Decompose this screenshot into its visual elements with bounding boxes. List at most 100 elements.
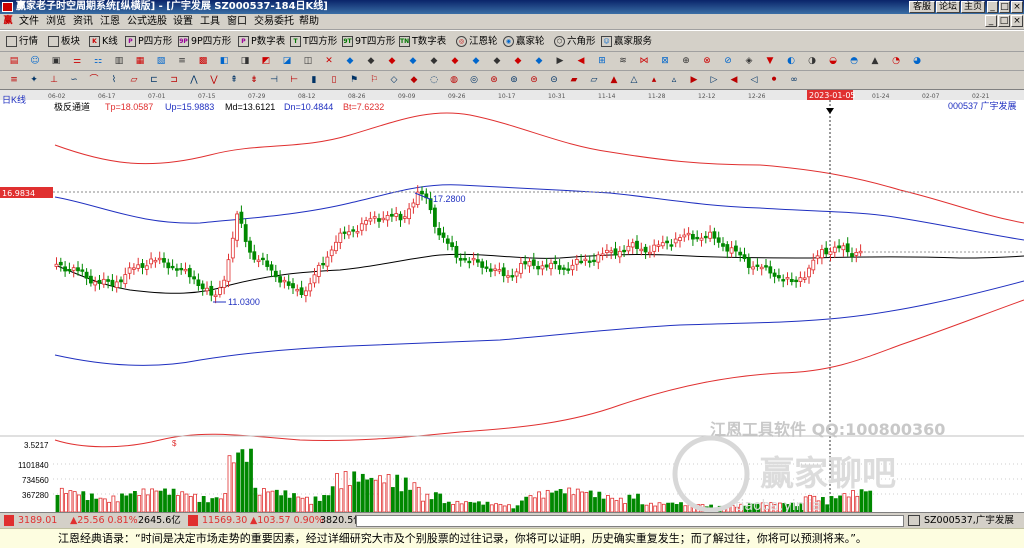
menu-help[interactable]: 帮助 bbox=[299, 15, 319, 29]
analysis-tool-icon[interactable]: ▲ bbox=[608, 74, 620, 86]
drawing-tool-icon[interactable]: ⊕ bbox=[680, 55, 692, 67]
analysis-tool-icon[interactable]: △ bbox=[628, 74, 640, 86]
maximize-button[interactable]: □ bbox=[999, 1, 1010, 13]
drawing-tool-icon[interactable]: ⋈ bbox=[638, 55, 650, 67]
drawing-tool-icon[interactable]: ⚌ bbox=[71, 55, 83, 67]
drawing-tool-icon[interactable]: ◫ bbox=[302, 55, 314, 67]
analysis-tool-icon[interactable]: ◌ bbox=[428, 74, 440, 86]
drawing-tool-icon[interactable]: ⊘ bbox=[722, 55, 734, 67]
analysis-tool-icon[interactable]: ⚫ bbox=[768, 74, 780, 86]
drawing-tool-icon[interactable]: ☺ bbox=[29, 55, 41, 67]
analysis-tool-icon[interactable]: ⌒ bbox=[88, 74, 100, 86]
toolbar-9psquare-button[interactable]: 9P 9P四方形 bbox=[178, 34, 231, 49]
analysis-tool-icon[interactable]: ⊛ bbox=[488, 74, 500, 86]
analysis-tool-icon[interactable]: ⚑ bbox=[348, 74, 360, 86]
toolbar-ttable-button[interactable]: TN T数字表 bbox=[399, 34, 446, 49]
menu-tools[interactable]: 工具 bbox=[200, 15, 220, 29]
analysis-tool-icon[interactable]: ⌇ bbox=[108, 74, 120, 86]
drawing-tool-icon[interactable]: ◐ bbox=[785, 55, 797, 67]
menu-browse[interactable]: 浏览 bbox=[46, 15, 66, 29]
analysis-tool-icon[interactable]: ⊜ bbox=[528, 74, 540, 86]
app-menu-icon[interactable]: 赢 bbox=[2, 15, 14, 27]
mdi-close-button[interactable]: × bbox=[1011, 15, 1023, 27]
chart-area[interactable]: 06-02 06-17 07-01 07-15 07-29 08-12 08-26 09-09… bbox=[0, 90, 1024, 514]
menu-formula[interactable]: 公式选股 bbox=[127, 15, 167, 29]
analysis-tool-icon[interactable]: ⊢ bbox=[288, 74, 300, 86]
drawing-tool-icon[interactable]: ▼ bbox=[764, 55, 776, 67]
analysis-tool-icon[interactable]: ⋀ bbox=[188, 74, 200, 86]
toolbar-hexagon-button[interactable]: ⬡ 六角形 bbox=[554, 34, 596, 49]
drawing-tool-icon[interactable]: ✕ bbox=[323, 55, 335, 67]
analysis-tool-icon[interactable]: ▯ bbox=[328, 74, 340, 86]
drawing-tool-icon[interactable]: ◔ bbox=[890, 55, 902, 67]
drawing-tool-icon[interactable]: ◆ bbox=[428, 55, 440, 67]
drawing-tool-icon[interactable]: ▥ bbox=[113, 55, 125, 67]
drawing-tool-icon[interactable]: ◆ bbox=[386, 55, 398, 67]
drawing-tool-icon[interactable]: ⊞ bbox=[596, 55, 608, 67]
toolbar-winner-wheel-button[interactable]: ◉ 赢家轮 bbox=[503, 34, 545, 49]
mdi-minimize-button[interactable]: _ bbox=[985, 15, 997, 27]
drawing-tool-icon[interactable]: ▧ bbox=[155, 55, 167, 67]
analysis-tool-icon[interactable]: ∽ bbox=[68, 74, 80, 86]
analysis-tool-icon[interactable]: ⇟ bbox=[248, 74, 260, 86]
analysis-tool-icon[interactable]: ⋁ bbox=[208, 74, 220, 86]
analysis-tool-icon[interactable]: ◇ bbox=[388, 74, 400, 86]
analysis-tool-icon[interactable]: ∞ bbox=[788, 74, 800, 86]
drawing-tool-icon[interactable]: ◆ bbox=[407, 55, 419, 67]
drawing-tool-icon[interactable]: ▶ bbox=[554, 55, 566, 67]
toolbar-ptable-button[interactable]: P P数字表 bbox=[238, 34, 285, 49]
drawing-tool-icon[interactable]: ⊠ bbox=[659, 55, 671, 67]
analysis-tool-icon[interactable]: ◁ bbox=[748, 74, 760, 86]
drawing-tool-icon[interactable]: ◆ bbox=[365, 55, 377, 67]
drawing-tool-icon[interactable]: ◆ bbox=[344, 55, 356, 67]
toolbar-kline-button[interactable]: K K线 bbox=[89, 34, 118, 49]
analysis-tool-icon[interactable]: ◆ bbox=[408, 74, 420, 86]
forum-button[interactable]: 论坛 bbox=[936, 1, 960, 13]
menu-window[interactable]: 窗口 bbox=[227, 15, 247, 29]
service-button[interactable]: 客服 bbox=[909, 1, 935, 13]
homepage-button[interactable]: 主页 bbox=[961, 1, 985, 13]
menu-settings[interactable]: 设置 bbox=[173, 15, 193, 29]
horizontal-scrollbar[interactable] bbox=[356, 515, 904, 527]
analysis-tool-icon[interactable]: ✦ bbox=[28, 74, 40, 86]
analysis-tool-icon[interactable]: ◀ bbox=[728, 74, 740, 86]
drawing-tool-icon[interactable]: ▤ bbox=[8, 55, 20, 67]
drawing-tool-icon[interactable]: ◀ bbox=[575, 55, 587, 67]
analysis-tool-icon[interactable]: ⚐ bbox=[368, 74, 380, 86]
drawing-tool-icon[interactable]: ▩ bbox=[197, 55, 209, 67]
drawing-tool-icon[interactable]: ▦ bbox=[134, 55, 146, 67]
close-button[interactable]: × bbox=[1011, 1, 1023, 13]
drawing-tool-icon[interactable]: ▲ bbox=[869, 55, 881, 67]
drawing-tool-icon[interactable]: ◪ bbox=[281, 55, 293, 67]
toolbar-psquare-button[interactable]: P P四方形 bbox=[125, 34, 172, 49]
drawing-tool-icon[interactable]: ◩ bbox=[260, 55, 272, 67]
analysis-tool-icon[interactable]: ▱ bbox=[128, 74, 140, 86]
analysis-tool-icon[interactable]: ⊚ bbox=[508, 74, 520, 86]
drawing-tool-icon[interactable]: ◓ bbox=[848, 55, 860, 67]
analysis-tool-icon[interactable]: ⇞ bbox=[228, 74, 240, 86]
drawing-tool-icon[interactable]: ◕ bbox=[911, 55, 923, 67]
analysis-tool-icon[interactable]: ▱ bbox=[588, 74, 600, 86]
drawing-tool-icon[interactable]: ◆ bbox=[449, 55, 461, 67]
toolbar-quotes-button[interactable]: 行情 bbox=[6, 34, 38, 49]
analysis-tool-icon[interactable]: ◎ bbox=[468, 74, 480, 86]
analysis-tool-icon[interactable]: ▶ bbox=[688, 74, 700, 86]
toolbar-gann-wheel-button[interactable]: ◎ 江恩轮 bbox=[456, 34, 498, 49]
menu-file[interactable]: 文件 bbox=[19, 15, 39, 29]
analysis-tool-icon[interactable]: ▴ bbox=[648, 74, 660, 86]
analysis-tool-icon[interactable]: ≡ bbox=[8, 74, 20, 86]
drawing-tool-icon[interactable]: ◆ bbox=[533, 55, 545, 67]
analysis-tool-icon[interactable]: ▵ bbox=[668, 74, 680, 86]
drawing-tool-icon[interactable]: ▣ bbox=[50, 55, 62, 67]
kline-chart[interactable]: 06-02 06-17 07-01 07-15 07-29 08-12 08-26 09-09… bbox=[0, 90, 1024, 514]
drawing-tool-icon[interactable]: ≋ bbox=[617, 55, 629, 67]
drawing-tool-icon[interactable]: ◆ bbox=[491, 55, 503, 67]
toolbar-sector-button[interactable]: 板块 bbox=[48, 34, 80, 49]
drawing-tool-icon[interactable]: ⊗ bbox=[701, 55, 713, 67]
drawing-tool-icon[interactable]: ⚏ bbox=[92, 55, 104, 67]
menu-trade[interactable]: 交易委托 bbox=[254, 15, 294, 29]
analysis-tool-icon[interactable]: ▰ bbox=[568, 74, 580, 86]
toolbar-service-button[interactable]: ☺ 赢家服务 bbox=[601, 34, 652, 49]
analysis-tool-icon[interactable]: ⊝ bbox=[548, 74, 560, 86]
toolbar-tsquare-button[interactable]: T T四方形 bbox=[290, 34, 337, 49]
